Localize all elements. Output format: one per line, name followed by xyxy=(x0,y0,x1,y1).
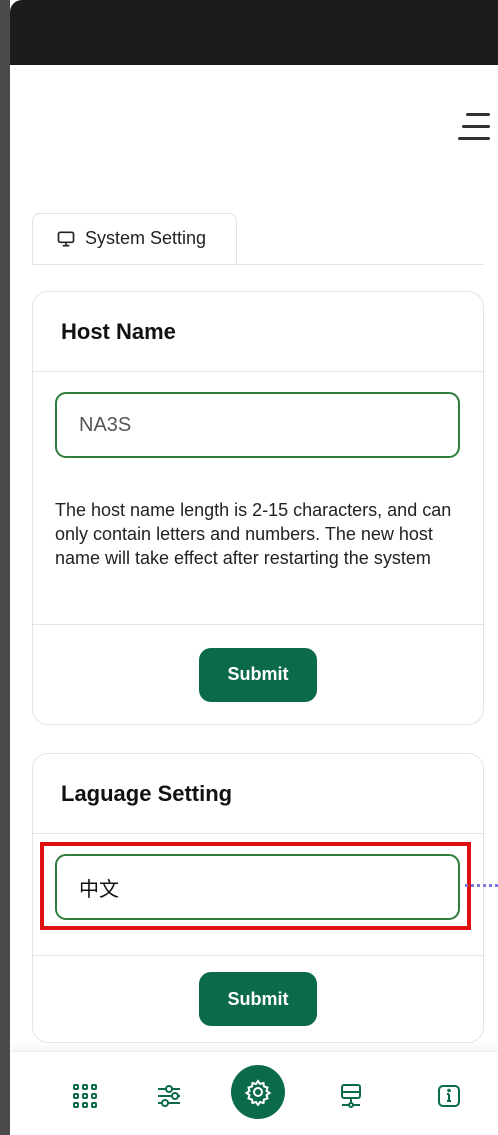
tab-label: System Setting xyxy=(85,228,207,248)
nav-dashboard[interactable] xyxy=(57,1068,113,1124)
tab-bar: System Setting xyxy=(32,213,484,265)
grid-icon xyxy=(73,1084,97,1108)
hamburger-icon xyxy=(466,113,490,116)
network-icon xyxy=(341,1084,361,1108)
monitor-icon xyxy=(57,231,75,246)
tab-system-setting[interactable]: System Setting xyxy=(32,213,237,264)
sliders-icon xyxy=(158,1085,180,1107)
language-submit-button[interactable]: Submit xyxy=(199,972,317,1026)
language-select[interactable]: 中文 xyxy=(55,854,460,920)
nav-info[interactable] xyxy=(421,1068,477,1124)
language-selected-value: 中文 xyxy=(79,878,119,901)
gear-icon xyxy=(244,1079,272,1106)
card-title: Host Name xyxy=(33,292,483,372)
host-name-help-text: The host name length is 2-15 characters,… xyxy=(55,500,452,568)
nav-network[interactable] xyxy=(323,1068,379,1124)
header xyxy=(10,65,498,195)
nav-settings[interactable] xyxy=(231,1065,285,1119)
host-name-submit-button[interactable]: Submit xyxy=(199,647,317,702)
bottom-nav xyxy=(10,1051,498,1135)
menu-button[interactable] xyxy=(456,113,490,143)
card-title: Laguage Setting xyxy=(33,754,483,834)
host-name-input[interactable] xyxy=(55,392,460,458)
host-name-card: Host Name The host name length is 2-15 c… xyxy=(32,291,484,725)
info-icon xyxy=(438,1085,460,1107)
app-frame: System Setting Host Name The host name l… xyxy=(0,0,498,1135)
language-setting-card: Laguage Setting 中文 Submit xyxy=(32,753,484,1043)
status-bar xyxy=(10,0,498,65)
nav-adjust[interactable] xyxy=(141,1068,197,1124)
